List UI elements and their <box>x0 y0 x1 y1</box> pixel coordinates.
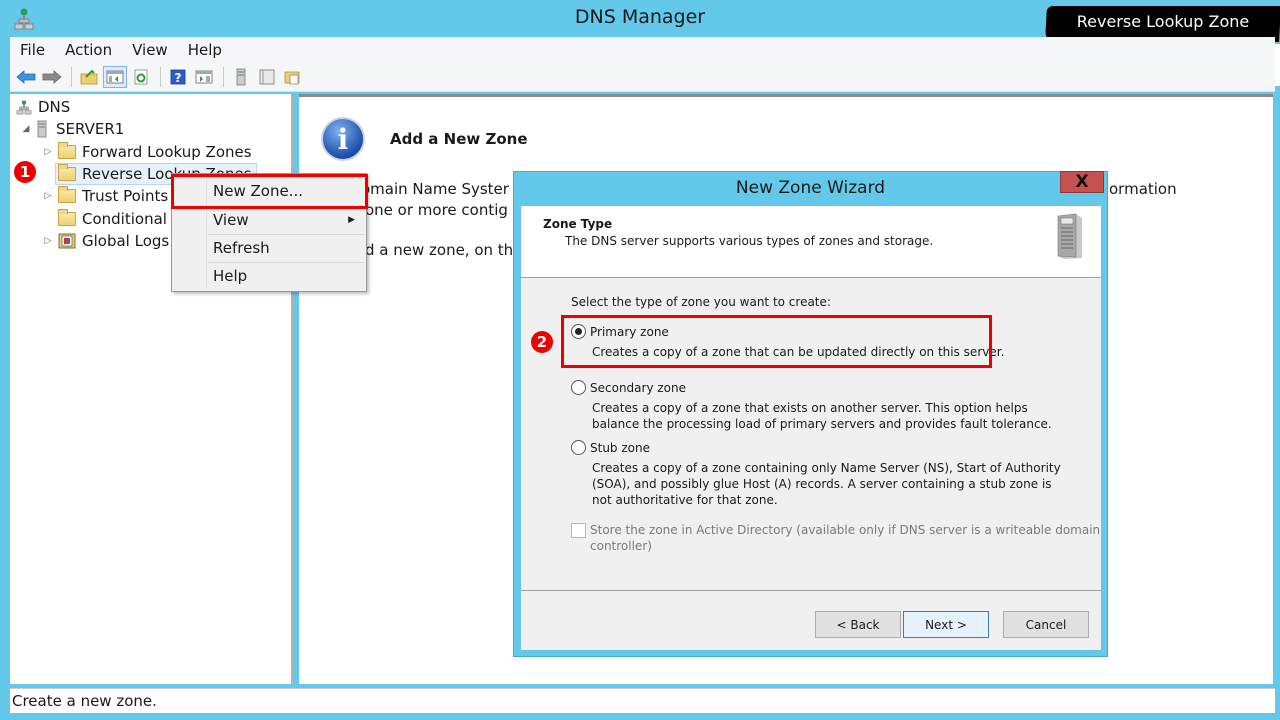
secondary-zone-description-line1: Creates a copy of a zone that exists on … <box>592 401 1028 415</box>
forward-arrow-icon <box>42 70 62 84</box>
menu-action[interactable]: Action <box>55 41 122 59</box>
list-icon <box>259 69 275 85</box>
back-button[interactable]: < Back <box>815 611 901 638</box>
tree-label: Global Logs <box>82 232 170 250</box>
server-icon <box>37 120 47 138</box>
server-button[interactable] <box>229 66 253 88</box>
toolbar-separator <box>160 67 161 87</box>
secondary-zone-label[interactable]: Secondary zone <box>590 380 686 396</box>
wizard-body: Zone Type The DNS server supports variou… <box>521 206 1101 650</box>
folder-icon <box>58 164 76 181</box>
toolbar-separator <box>223 67 224 87</box>
tree-label: Trust Points <box>82 187 169 205</box>
menu-bar: File Action View Help <box>10 37 1275 63</box>
back-arrow-icon <box>16 70 36 84</box>
stub-zone-label[interactable]: Stub zone <box>590 440 650 456</box>
menu-help[interactable]: Help <box>178 41 232 59</box>
collapse-arrow-icon[interactable]: ◢ <box>20 124 32 134</box>
folder-copy-button[interactable] <box>281 66 305 88</box>
menu-view[interactable]: View <box>122 41 178 59</box>
up-folder-icon <box>80 69 98 85</box>
info-icon: i <box>321 117 365 161</box>
help-button[interactable]: ? <box>166 66 190 88</box>
expand-arrow-icon[interactable]: ▷ <box>42 236 54 246</box>
pane-text-line1: omain Name Syster <box>361 180 509 198</box>
status-text: Create a new zone. <box>12 692 157 710</box>
store-in-ad-label-line2: controller) <box>590 539 652 553</box>
stub-zone-description-line3: not authoritative for that zone. <box>592 493 778 507</box>
menu-item-label: View <box>213 211 249 229</box>
stub-zone-radio[interactable] <box>571 440 586 455</box>
tree-item-dns[interactable]: DNS <box>16 96 70 118</box>
show-hide-console-tree-icon <box>106 70 124 84</box>
forward-button[interactable] <box>40 66 64 88</box>
store-in-ad-checkbox[interactable] <box>571 523 586 538</box>
stub-zone-description-line1: Creates a copy of a zone containing only… <box>592 461 1061 475</box>
refresh-icon <box>134 69 148 85</box>
server-tower-icon <box>1057 213 1082 259</box>
pane-text-line3: d a new zone, on the <box>365 241 523 259</box>
wizard-header-subtitle: The DNS server supports various types of… <box>565 234 934 248</box>
status-bar: Create a new zone. <box>10 688 1275 713</box>
folder-icon <box>58 186 76 203</box>
up-one-level-button[interactable] <box>77 66 101 88</box>
pane-text-line1-right: ormation <box>1109 180 1177 198</box>
step-1-badge: 1 <box>14 161 36 183</box>
secondary-zone-description-line2: balance the processing load of primary s… <box>592 417 1052 431</box>
folder-icon <box>58 142 76 159</box>
zone-type-prompt: Select the type of zone you want to crea… <box>571 295 831 309</box>
menu-item-help[interactable]: Help <box>173 263 365 289</box>
tree-item-server1[interactable]: ◢ SERVER1 <box>20 118 125 140</box>
expand-arrow-icon[interactable]: ▷ <box>42 191 54 201</box>
folder-copy-icon <box>284 71 300 85</box>
expand-arrow-icon[interactable]: ▷ <box>42 147 54 157</box>
list-button[interactable] <box>255 66 279 88</box>
svg-text:?: ? <box>175 71 182 85</box>
menu-item-label: Help <box>213 267 248 285</box>
pane-text-line2: one or more contig <box>365 201 508 219</box>
submenu-arrow-icon: ▶ <box>348 215 355 225</box>
footer-divider <box>521 590 1101 591</box>
folder-icon <box>58 209 76 226</box>
new-zone-wizard-dialog: New Zone Wizard X Zone Type The DNS serv… <box>513 171 1108 657</box>
topic-banner-text: Reverse Lookup Zone <box>1076 12 1250 31</box>
menu-item-label: Refresh <box>213 239 270 257</box>
wizard-header: Zone Type The DNS server supports variou… <box>521 206 1101 278</box>
menu-item-refresh[interactable]: Refresh <box>173 235 365 261</box>
secondary-zone-radio[interactable] <box>571 380 586 395</box>
show-action-pane-icon <box>195 70 213 84</box>
server-icon <box>236 68 246 86</box>
pane-title: Add a New Zone <box>390 130 528 148</box>
tree-item-forward-lookup-zones[interactable]: ▷ Forward Lookup Zones <box>42 141 252 163</box>
menu-item-view[interactable]: View ▶ <box>173 207 365 233</box>
tree-label: Forward Lookup Zones <box>82 143 252 161</box>
wizard-header-title: Zone Type <box>543 217 613 231</box>
next-button[interactable]: Next > <box>903 611 989 638</box>
tree-item-global-logs[interactable]: ▷ Global Logs <box>42 230 170 252</box>
stub-zone-description-line2: (SOA), and possibly glue Host (A) record… <box>592 477 1052 491</box>
toolbar-separator <box>71 67 72 87</box>
close-icon: X <box>1075 172 1089 192</box>
tree-label-dns: DNS <box>38 98 71 116</box>
help-icon: ? <box>170 69 186 85</box>
back-button[interactable] <box>14 66 38 88</box>
show-action-pane-button[interactable] <box>192 66 216 88</box>
wizard-title: New Zone Wizard <box>735 178 886 198</box>
menu-file[interactable]: File <box>10 41 55 59</box>
toolbar: ? <box>10 63 1275 92</box>
store-in-ad-label-line1: Store the zone in Active Directory (avai… <box>590 523 1101 537</box>
tree-label-server1: SERVER1 <box>56 120 125 138</box>
new-zone-highlight <box>171 174 368 209</box>
step-2-badge: 2 <box>531 331 553 353</box>
dns-icon <box>16 100 32 115</box>
event-log-icon <box>58 233 76 249</box>
refresh-button[interactable] <box>129 66 153 88</box>
primary-zone-highlight <box>561 315 992 368</box>
cancel-button[interactable]: Cancel <box>1003 611 1089 638</box>
tree-item-trust-points[interactable]: ▷ Trust Points <box>42 185 168 207</box>
close-button[interactable]: X <box>1060 171 1104 193</box>
show-hide-console-tree-button[interactable] <box>103 66 127 88</box>
